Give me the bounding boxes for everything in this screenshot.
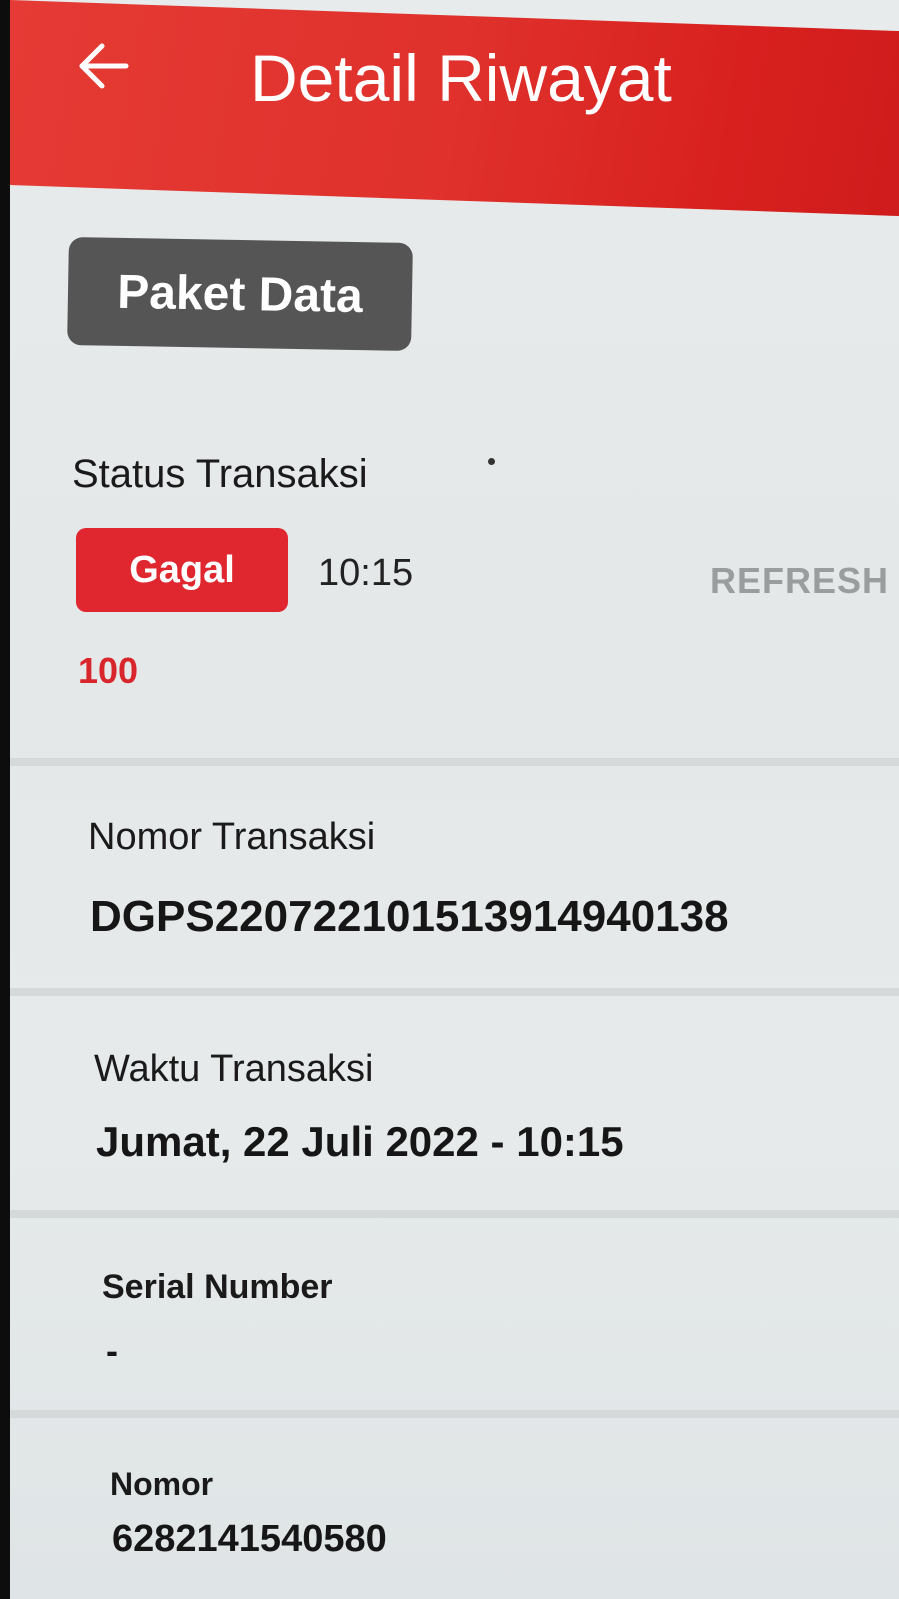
refresh-button[interactable]: REFRESH: [710, 560, 889, 602]
serial-number-label: Serial Number: [102, 1268, 333, 1306]
section-divider: [10, 988, 899, 996]
transaction-time-label: Waktu Transaksi: [94, 1048, 374, 1090]
screen: Detail Riwayat Paket Data Status Transak…: [10, 0, 899, 1599]
transaction-time-value: Jumat, 22 Juli 2022 - 10:15: [96, 1118, 624, 1165]
phone-number-value: 6282141540580: [112, 1518, 387, 1560]
arrow-left-icon[interactable]: [76, 38, 132, 94]
device-frame: Detail Riwayat Paket Data Status Transak…: [0, 0, 899, 1599]
section-divider: [10, 1410, 899, 1418]
section-divider: [10, 1210, 899, 1218]
transaction-number-value: DGPS22072210151391494013​8: [90, 892, 729, 941]
speck: [488, 458, 495, 465]
section-divider: [10, 758, 899, 766]
category-chip: Paket Data: [67, 237, 413, 351]
status-label: Status Transaksi: [72, 452, 368, 496]
status-code: 100: [78, 650, 139, 691]
status-time: 10:15: [318, 552, 414, 594]
transaction-number-label: Nomor Transaksi: [88, 816, 376, 858]
page-title: Detail Riwayat: [250, 41, 672, 115]
status-badge: Gagal: [76, 528, 288, 612]
phone-number-label: Nomor: [110, 1466, 214, 1502]
serial-number-value: -: [106, 1330, 118, 1371]
